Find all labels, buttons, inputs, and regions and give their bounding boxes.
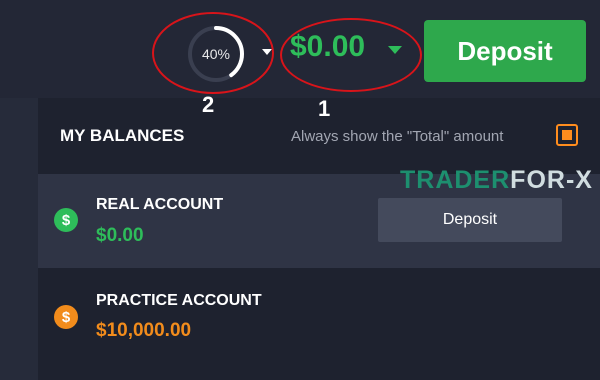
deposit-button[interactable]: Deposit (424, 20, 586, 82)
watermark-part-trader: TRADER (400, 166, 511, 194)
practice-account-amount: $10,000.00 (96, 320, 192, 341)
annotation-number-1: 1 (318, 96, 331, 121)
my-balances-title: MY BALANCES (60, 126, 185, 145)
watermark-part-for: FOR (510, 166, 566, 194)
dollar-coin-icon: $ (54, 208, 78, 232)
real-account-amount: $0.00 (96, 225, 144, 246)
annotation-circle-balance (280, 18, 422, 92)
left-sidebar-strip (0, 98, 38, 380)
always-show-total-label: Always show the "Total" amount (291, 128, 504, 145)
practice-account-label: PRACTICE ACCOUNT (96, 292, 262, 309)
watermark-part-dash: - (565, 166, 576, 194)
always-show-total-checkbox[interactable] (556, 124, 578, 146)
dollar-coin-icon: $ (54, 305, 78, 329)
watermark-logo: TRADERFOR-X (400, 166, 593, 195)
annotation-circle-progress (152, 12, 274, 94)
real-account-label: REAL ACCOUNT (96, 196, 224, 213)
real-account-deposit-button[interactable]: Deposit (378, 198, 562, 242)
annotation-number-2: 2 (202, 92, 215, 117)
watermark-part-x: X (575, 166, 593, 194)
checkbox-check-mark (562, 130, 572, 140)
